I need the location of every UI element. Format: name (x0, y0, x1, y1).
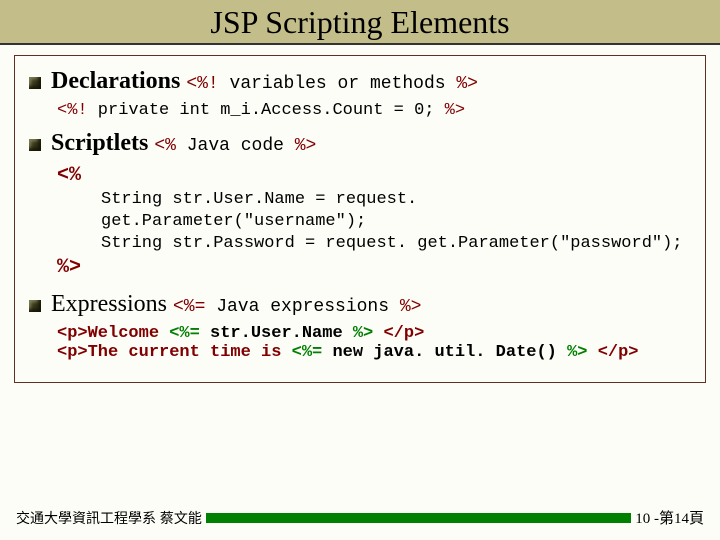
heading-plain: Expressions (51, 291, 167, 317)
bullet-icon (29, 77, 41, 89)
slide-title: JSP Scripting Elements (0, 4, 720, 43)
code-open: <% (57, 164, 81, 187)
heading-bold: Scriptlets (51, 130, 148, 156)
declarations-example: <%! private int m_i.Access.Count = 0; %> (57, 101, 691, 120)
footer-left: 交通大學資訊工程學系 蔡文能 (16, 508, 202, 528)
section-heading: Declarations <%! variables or methods %> (51, 68, 478, 94)
heading-bold: Declarations (51, 68, 180, 94)
expressions-example: <p>Welcome <%= str.User.Name %> </p><p>T… (57, 324, 691, 362)
scriptlets-code: <% String str.User.Name = request. get.P… (57, 163, 691, 281)
bullet-icon (29, 300, 41, 312)
title-bar: JSP Scripting Elements (0, 0, 720, 45)
content-box: Declarations <%! variables or methods %>… (14, 55, 706, 383)
heading-code: <% Java code %> (154, 136, 316, 156)
section-declarations: Declarations <%! variables or methods %>… (29, 68, 691, 120)
code-close: %> (57, 256, 81, 279)
section-heading: Expressions <%= Java expressions %> (51, 291, 421, 317)
footer-right: 10 -第14頁 (635, 507, 704, 528)
section-expressions: Expressions <%= Java expressions %> <p>W… (29, 291, 691, 362)
heading-code: <%= Java expressions %> (173, 297, 421, 317)
code-line: String str.Password = request. get.Param… (101, 233, 691, 255)
bullet-icon (29, 139, 41, 151)
footer-bar (206, 513, 631, 523)
heading-code: <%! variables or methods %> (186, 74, 478, 94)
code-line: String str.User.Name = request. get.Para… (101, 189, 691, 233)
section-scriptlets: Scriptlets <% Java code %> <% String str… (29, 130, 691, 281)
section-heading: Scriptlets <% Java code %> (51, 130, 316, 156)
footer: 交通大學資訊工程學系 蔡文能 10 -第14頁 (0, 507, 720, 528)
